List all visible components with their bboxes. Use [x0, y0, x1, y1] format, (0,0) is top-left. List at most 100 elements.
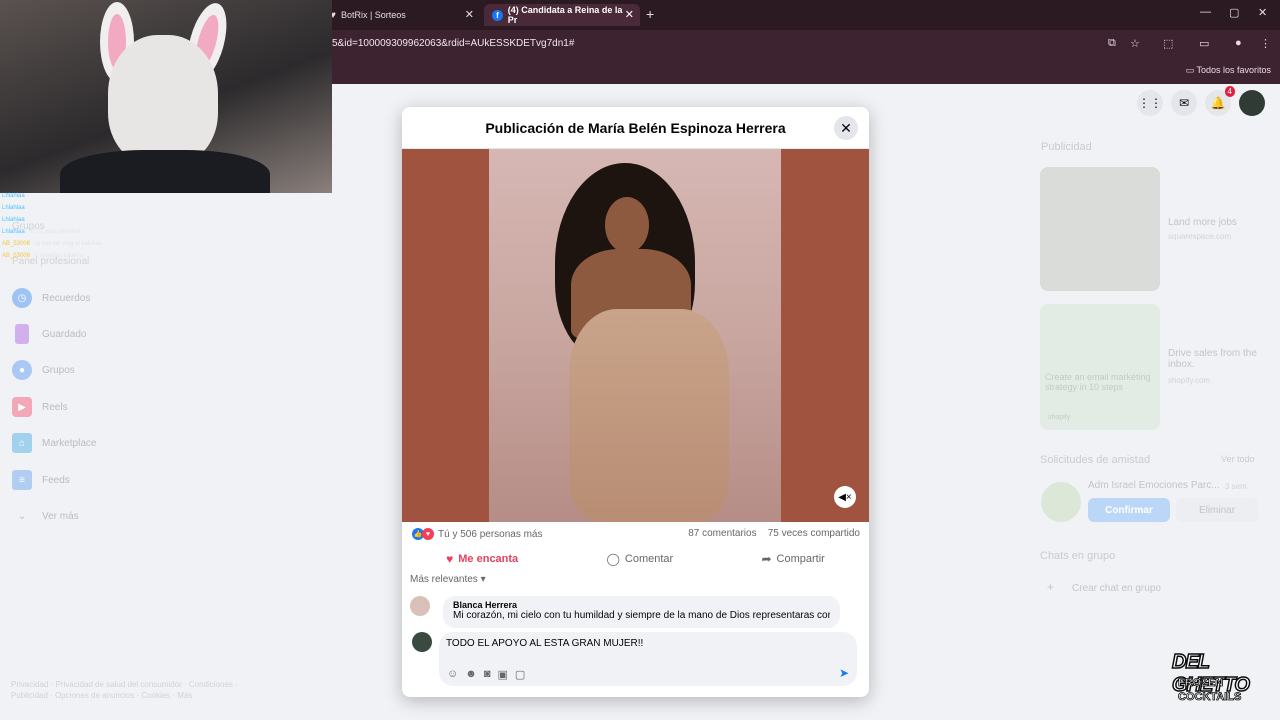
- tab-botrix[interactable]: ♥ BotRix | Sorteos ✕: [322, 4, 480, 26]
- friend-avatar[interactable]: [1041, 482, 1081, 522]
- profile-icon[interactable]: ●: [1235, 37, 1242, 49]
- ad-image-2[interactable]: Create an email marketing strategy in 10…: [1040, 304, 1160, 430]
- reactions-summary[interactable]: 👍 ♥ Tú y 506 personas más: [412, 528, 543, 540]
- bookmark-icon: [15, 324, 29, 344]
- chat-line: AB_53006: p grandes cabeza: [2, 253, 84, 259]
- url-text[interactable]: 5&id=100009309962063&rdid=AUkESSKDETvg7d…: [332, 38, 574, 49]
- friend-name[interactable]: Adm Israel Emociones Parc...: [1088, 480, 1220, 491]
- see-all-link[interactable]: Ver todo: [1221, 454, 1255, 464]
- bookmark-star-icon[interactable]: ☆: [1130, 37, 1140, 50]
- caret-down-icon: ▾: [480, 574, 486, 585]
- comment-text: Mi corazón, mi cielo con tu humildad y s…: [453, 610, 830, 621]
- tab-label: BotRix | Sorteos: [340, 10, 406, 20]
- chat-line: Lhlahlaa: Yo lo paso premios: [2, 229, 81, 235]
- love-reaction-icon: ♥: [422, 528, 434, 540]
- nav-item-marketplace[interactable]: ⌂ Marketplace: [12, 433, 96, 453]
- commenter-avatar[interactable]: [410, 596, 430, 616]
- my-avatar[interactable]: [412, 632, 432, 652]
- close-modal-button[interactable]: ✕: [834, 116, 858, 140]
- nav-item-see-more[interactable]: ⌄ Ver más: [12, 506, 79, 526]
- ad-title-1[interactable]: Land more jobs: [1168, 217, 1268, 228]
- post-photo: [489, 149, 781, 522]
- photo-dress: [569, 309, 729, 522]
- nav-item-saved[interactable]: Guardado: [12, 324, 86, 344]
- header-icons: ⋮⋮ ✉ 🔔 4: [1137, 86, 1265, 116]
- commenter-name[interactable]: Blanca Herrera: [453, 600, 830, 610]
- delete-button[interactable]: Eliminar: [1176, 498, 1258, 522]
- comment-sort[interactable]: Más relevantes ▾: [410, 574, 486, 585]
- ads-title: Publicidad: [1041, 141, 1092, 153]
- avatar[interactable]: [1239, 90, 1265, 116]
- screen-share-icon[interactable]: ⧉: [1108, 37, 1116, 50]
- feeds-icon: ≡: [12, 470, 32, 490]
- friend-requests-title: Solicitudes de amistad: [1040, 454, 1151, 466]
- ad-title-2[interactable]: Drive sales from the inbox.: [1168, 348, 1268, 370]
- logo-line-2: FROZEN: [1178, 677, 1224, 690]
- extensions-icon[interactable]: ⬚: [1163, 37, 1173, 50]
- post-actions: ♥ Me encanta ◯ Comentar ➦ Compartir: [402, 547, 869, 571]
- chat-line: Lhlahlaa:: [2, 205, 29, 211]
- ad-card-text: Create an email marketing strategy in 10…: [1045, 372, 1151, 392]
- create-group-chat[interactable]: Crear chat en grupo: [1072, 583, 1161, 594]
- comment-input-text[interactable]: TODO EL APOYO AL ESTA GRAN MUJER!!: [446, 638, 643, 649]
- mute-button[interactable]: ◀×: [834, 486, 856, 508]
- all-bookmarks[interactable]: ▭ Todos los favoritos: [1186, 65, 1271, 76]
- menu-icon[interactable]: ⋮: [1260, 37, 1271, 50]
- post-modal: Publicación de María Belén Espinoza Herr…: [402, 107, 869, 697]
- love-button[interactable]: ♥ Me encanta: [446, 552, 518, 566]
- comment-input[interactable]: TODO EL APOYO AL ESTA GRAN MUJER!! ☺ ☻ ◙…: [439, 632, 857, 686]
- sticker-icon[interactable]: ▢: [515, 668, 525, 681]
- post-media[interactable]: ◀×: [402, 149, 869, 522]
- tab-label: (4) Candidata a Reina de la Pr: [507, 5, 623, 25]
- nav-item-groups[interactable]: ● Grupos: [12, 360, 75, 380]
- photo-face: [605, 197, 649, 253]
- notification-badge: 4: [1224, 86, 1235, 97]
- ad-sub-2: shopify.com: [1168, 376, 1211, 385]
- sponsor-logo: DEL GHETTO FROZEN COCKTAILS: [1168, 643, 1272, 709]
- notifications-bell-icon[interactable]: 🔔 4: [1205, 86, 1235, 116]
- close-tab-icon[interactable]: ✕: [465, 8, 474, 21]
- store-icon: ⌂: [12, 433, 32, 453]
- confirm-button[interactable]: Confirmar: [1088, 498, 1170, 522]
- composer-tools: ☺ ☻ ◙ ▣ ▢: [447, 668, 525, 681]
- emoji-icon[interactable]: ☻: [465, 668, 477, 681]
- comment-composer: TODO EL APOYO AL ESTA GRAN MUJER!! ☺ ☻ ◙…: [412, 632, 857, 686]
- close-icon: ✕: [840, 119, 852, 136]
- close-window-icon[interactable]: ✕: [1258, 6, 1267, 19]
- send-icon[interactable]: ➤: [839, 666, 849, 680]
- logo-line-3: COCKTAILS: [1178, 691, 1242, 704]
- reactions-text: Tú y 506 personas más: [438, 528, 543, 540]
- nav-item-memories[interactable]: ◷ Recuerdos: [12, 288, 90, 308]
- avatar-sticker-icon[interactable]: ☺: [447, 668, 458, 681]
- folder-icon: ▭: [1185, 65, 1197, 75]
- nav-item-reels[interactable]: ▶ Reels: [12, 397, 68, 417]
- share-button[interactable]: ➦ Compartir: [761, 552, 824, 566]
- comment-bubble: Blanca Herrera Mi corazón, mi cielo con …: [443, 596, 840, 628]
- comments-count[interactable]: 87 comentarios: [688, 528, 756, 539]
- comment-button[interactable]: ◯ Comentar: [606, 552, 673, 566]
- new-tab-icon[interactable]: +: [646, 6, 654, 22]
- plus-icon[interactable]: +: [1047, 580, 1054, 594]
- reels-icon: ▶: [12, 397, 32, 417]
- maximize-icon[interactable]: ▢: [1229, 6, 1239, 19]
- rabbit-mask: [108, 35, 218, 165]
- close-tab-icon[interactable]: ✕: [625, 8, 634, 21]
- ad-image-1[interactable]: [1040, 167, 1160, 291]
- nav-item-feeds[interactable]: ≡ Feeds: [12, 470, 70, 490]
- ad-sub-1: squarespace.com: [1168, 232, 1232, 241]
- shares-count[interactable]: 75 veces compartido: [768, 528, 860, 539]
- minimize-icon[interactable]: —: [1200, 6, 1211, 18]
- footer-links[interactable]: Privacidad · Privacidad de salud del con…: [11, 679, 241, 701]
- menu-grid-icon[interactable]: ⋮⋮: [1137, 90, 1163, 116]
- webcam-overlay: [0, 0, 332, 193]
- group-chats-title: Chats en grupo: [1040, 550, 1116, 562]
- messenger-icon[interactable]: ✉: [1171, 90, 1197, 116]
- tab-facebook[interactable]: f (4) Candidata a Reina de la Pr ✕: [484, 4, 640, 26]
- sidebar-icon[interactable]: ▭: [1199, 37, 1209, 50]
- camera-icon[interactable]: ◙: [484, 668, 491, 681]
- speaker-muted-icon: ◀×: [838, 491, 852, 503]
- gif-icon[interactable]: ▣: [497, 668, 507, 681]
- friend-time: 3 sem: [1225, 482, 1247, 491]
- chat-line: Lhlahlaa:: [2, 217, 29, 223]
- chat-line: Lhlahlaa:: [2, 193, 29, 199]
